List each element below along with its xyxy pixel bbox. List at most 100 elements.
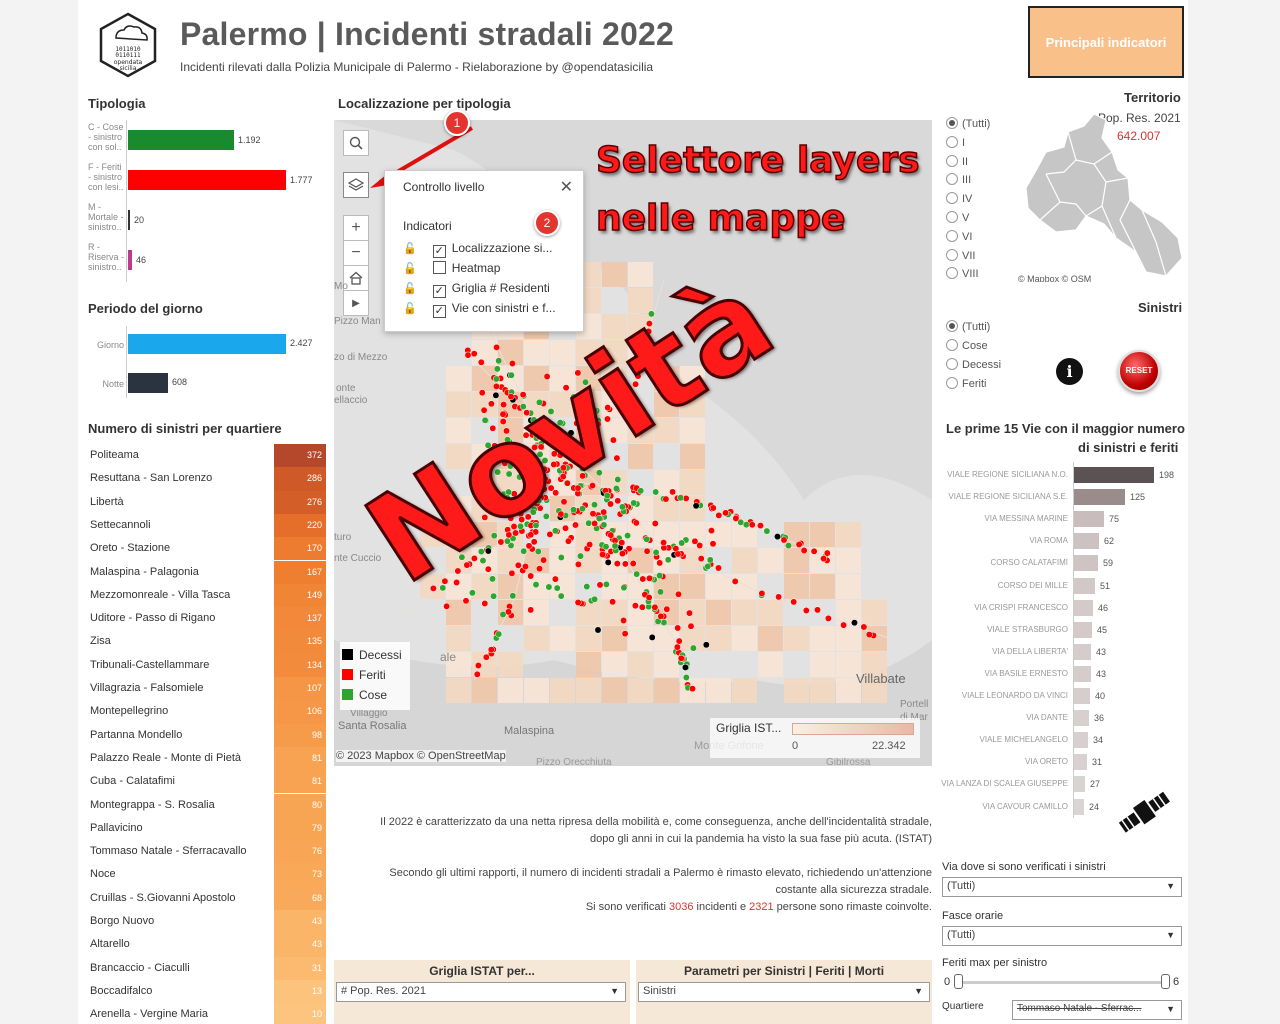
close-icon[interactable]: ✕ xyxy=(560,177,573,197)
via-bar[interactable] xyxy=(1074,621,1092,638)
via-bar[interactable] xyxy=(1074,798,1084,815)
incident-point[interactable] xyxy=(631,602,639,610)
layer-checkbox-heatmap[interactable] xyxy=(432,261,446,274)
incident-point[interactable] xyxy=(677,494,685,502)
incident-point[interactable] xyxy=(613,560,621,568)
territorio-option[interactable]: VIII xyxy=(946,267,979,280)
sinistri-option[interactable]: Decessi xyxy=(946,358,1001,371)
territorio-option[interactable]: V xyxy=(946,211,969,224)
incident-point[interactable] xyxy=(478,389,486,397)
sinistri-option[interactable]: Cose xyxy=(946,339,988,352)
incident-point[interactable] xyxy=(612,485,620,492)
incident-point[interactable] xyxy=(604,558,612,566)
incident-point[interactable] xyxy=(473,670,481,678)
incident-point[interactable] xyxy=(708,527,715,535)
incident-point[interactable] xyxy=(651,520,659,527)
territorio-option[interactable]: VII xyxy=(946,248,975,262)
territorio-option[interactable]: II xyxy=(946,154,968,168)
territorio-option[interactable]: I xyxy=(946,135,965,149)
incident-point[interactable] xyxy=(681,663,689,671)
via-bar[interactable] xyxy=(1074,710,1089,727)
quartiere-row[interactable]: Tribunali-Castellammare 134 xyxy=(88,653,326,677)
periodo-bar[interactable] xyxy=(128,373,168,393)
incident-point[interactable] xyxy=(527,606,535,614)
incident-point[interactable] xyxy=(607,531,615,539)
quartiere-row[interactable]: Borgo Nuovo 43 xyxy=(88,910,326,934)
via-bar[interactable] xyxy=(1074,643,1091,660)
incident-point[interactable] xyxy=(692,502,700,510)
layer-checkbox-griglia[interactable]: ✓ xyxy=(432,285,446,298)
incident-point[interactable] xyxy=(585,519,593,527)
principali-indicatori-button[interactable]: Principali indicatori xyxy=(1028,6,1184,78)
incident-point[interactable] xyxy=(660,619,668,626)
incident-point[interactable] xyxy=(682,674,690,681)
incident-point[interactable] xyxy=(785,542,792,550)
incident-point[interactable] xyxy=(748,521,756,529)
incident-point[interactable] xyxy=(527,572,535,580)
incident-point[interactable] xyxy=(669,488,677,496)
incident-point[interactable] xyxy=(731,577,739,585)
quartiere-row[interactable]: Noce 73 xyxy=(88,863,326,887)
territorio-option[interactable]: IV xyxy=(946,192,972,205)
incident-point[interactable] xyxy=(609,598,617,606)
quartiere-filter-select[interactable]: Tommaso Natale - Sferrac... ▼ xyxy=(1012,1000,1182,1020)
incident-point[interactable] xyxy=(780,536,788,544)
incident-point[interactable] xyxy=(651,603,659,611)
incident-point[interactable] xyxy=(495,630,503,638)
incident-point[interactable] xyxy=(824,614,832,622)
tipologia-bar[interactable] xyxy=(128,170,286,190)
sinistri-option[interactable]: Feriti xyxy=(946,377,986,390)
incident-point[interactable] xyxy=(715,564,722,572)
quartiere-row[interactable]: Partanna Mondello 98 xyxy=(88,723,326,747)
incident-point[interactable] xyxy=(633,570,641,578)
incident-point[interactable] xyxy=(551,527,559,535)
incident-point[interactable] xyxy=(600,521,608,529)
incident-point[interactable] xyxy=(790,598,798,606)
fasce-filter-select[interactable]: (Tutti) ▼ xyxy=(942,926,1182,946)
incident-point[interactable] xyxy=(618,503,626,511)
incident-point[interactable] xyxy=(775,593,783,601)
incident-point[interactable] xyxy=(648,633,656,641)
incident-point[interactable] xyxy=(464,351,472,359)
quartiere-row[interactable]: Zisa 135 xyxy=(88,630,326,654)
incident-point[interactable] xyxy=(675,637,683,645)
via-bar[interactable] xyxy=(1074,511,1104,528)
incident-point[interactable] xyxy=(663,605,671,613)
incident-point[interactable] xyxy=(583,583,591,591)
incident-point[interactable] xyxy=(618,539,626,547)
map-zoom-in-button[interactable]: + xyxy=(343,215,369,241)
incident-point[interactable] xyxy=(662,495,670,503)
feriti-slider-max-handle[interactable] xyxy=(1161,974,1170,989)
via-bar[interactable] xyxy=(1074,555,1098,572)
incident-point[interactable] xyxy=(572,521,579,529)
incident-point[interactable] xyxy=(757,522,764,530)
map-zoom-out-button[interactable]: − xyxy=(343,240,369,266)
incident-point[interactable] xyxy=(536,565,543,573)
incident-point[interactable] xyxy=(774,533,781,541)
incident-point[interactable] xyxy=(795,541,803,548)
incident-point[interactable] xyxy=(696,542,704,549)
incident-point[interactable] xyxy=(637,487,645,495)
quartiere-row[interactable]: Malaspina - Palagonia 167 xyxy=(88,560,326,584)
incident-point[interactable] xyxy=(689,644,697,652)
incident-point[interactable] xyxy=(557,554,565,561)
incident-point[interactable] xyxy=(664,556,672,564)
feriti-slider-min-handle[interactable] xyxy=(954,974,963,989)
via-bar[interactable] xyxy=(1074,599,1093,616)
incident-point[interactable] xyxy=(530,538,538,546)
incident-point[interactable] xyxy=(763,527,771,535)
via-bar[interactable] xyxy=(1074,665,1091,682)
layer-item-vie[interactable]: 🔓 ✓ Vie con sinistri e f... xyxy=(403,301,556,318)
incident-point[interactable] xyxy=(704,562,712,570)
via-bar[interactable] xyxy=(1074,688,1090,704)
incident-point[interactable] xyxy=(643,547,651,555)
layer-item-griglia[interactable]: 🔓 ✓ Griglia # Residenti xyxy=(403,281,550,298)
incident-point[interactable] xyxy=(652,488,660,496)
incident-point[interactable] xyxy=(495,357,503,365)
quartiere-row[interactable]: Montegrappa - S. Rosalia 80 xyxy=(88,793,326,817)
incident-point[interactable] xyxy=(722,509,730,517)
quartiere-row[interactable]: Mezzomonreale - Villa Tasca 149 xyxy=(88,583,326,608)
incident-point[interactable] xyxy=(686,609,693,617)
incident-point[interactable] xyxy=(487,646,495,654)
map-play-button[interactable]: ▶ xyxy=(343,290,369,316)
